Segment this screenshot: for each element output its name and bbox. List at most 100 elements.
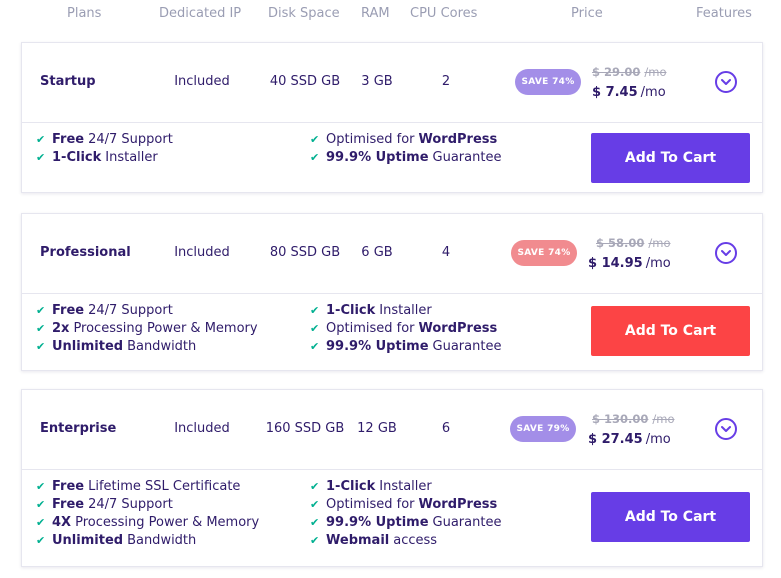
feature-item: ✔ 1-Click Installer [310,479,432,494]
feature-prefix: Optimised for [326,132,415,147]
dedicated-ip-value: Included [174,421,230,436]
feature-text: access [393,533,438,548]
feature-item: ✔ Free 24/7 Support [36,132,173,147]
expand-features-button[interactable] [715,71,737,93]
cpu-cores-value: 4 [441,245,451,260]
cpu-cores-value: 2 [441,74,451,89]
check-icon: ✔ [310,151,320,164]
header-cpu-cores: CPU Cores [410,6,478,21]
feature-highlight: Free [52,303,85,318]
original-price-unit: /mo [648,236,671,250]
header-price: Price [571,6,603,21]
expand-features-button[interactable] [715,242,737,264]
feature-item: ✔ 4X Processing Power & Memory [36,515,259,530]
original-price: $ 130.00/mo [592,412,675,426]
original-price-amount: $ 29.00 [592,65,641,79]
feature-highlight: 2x [52,321,70,336]
feature-item: ✔ Unlimited Bandwidth [36,339,196,354]
current-price: $ 7.45/mo [592,85,666,100]
feature-highlight: 4X [52,515,72,530]
feature-text: Guarantee [432,515,502,530]
current-price: $ 14.95/mo [588,256,671,271]
feature-item: ✔ Free 24/7 Support [36,303,173,318]
check-icon: ✔ [310,498,320,511]
plan-summary-row: Professional Included 80 SSD GB 6 GB 4 SAVE 7… [22,214,762,294]
current-price-amount: $ 14.95 [588,256,643,271]
discount-badge: SAVE 74% [515,69,581,95]
plan-features-row: ✔ Free 24/7 Support ✔ 1-Click Installer ✔ Optim… [22,123,762,193]
plan-features-row: ✔ Free Lifetime SSL Certificate ✔ Free 24/7 S… [22,470,762,567]
disk-space-value: 40 SSD GB [269,74,341,89]
feature-highlight: WordPress [418,497,498,512]
plan-name: Enterprise [40,421,117,436]
feature-text: 24/7 Support [88,132,173,147]
original-price-unit: /mo [644,65,667,79]
check-icon: ✔ [310,516,320,529]
feature-highlight: Unlimited [52,339,124,354]
chevron-down-icon [721,79,731,85]
feature-text: Guarantee [432,339,502,354]
feature-item: ✔ 99.9% Uptime Guarantee [310,150,501,165]
add-to-cart-button[interactable]: Add To Cart [591,492,750,542]
plan-name: Startup [40,74,96,89]
check-icon: ✔ [310,534,320,547]
header-dedicated-ip: Dedicated IP [159,6,242,21]
original-price: $ 58.00/mo [596,236,671,250]
check-icon: ✔ [36,340,46,353]
feature-item: ✔ Unlimited Bandwidth [36,533,196,548]
discount-badge: SAVE 74% [511,240,577,266]
current-price-unit: /mo [645,256,671,271]
plan-card-startup: Startup Included 40 SSD GB 3 GB 2 SAVE 74% $ 2… [21,42,763,193]
feature-text: Installer [379,479,432,494]
current-price-unit: /mo [640,85,666,100]
cpu-cores-value: 6 [441,421,451,436]
feature-highlight: 1-Click [52,150,102,165]
discount-badge: SAVE 79% [510,416,576,442]
check-icon: ✔ [310,340,320,353]
ram-value: 6 GB [361,245,393,260]
expand-features-button[interactable] [715,418,737,440]
header-ram: RAM [361,6,390,21]
feature-text: 24/7 Support [88,303,173,318]
check-icon: ✔ [310,480,320,493]
feature-highlight: Free [52,479,85,494]
check-icon: ✔ [36,534,46,547]
plan-card-professional: Professional Included 80 SSD GB 6 GB 4 SAVE 7… [21,213,763,371]
feature-text: Bandwidth [127,533,197,548]
plan-summary-row: Enterprise Included 160 SSD GB 12 GB 6 SAVE 7… [22,390,762,470]
dedicated-ip-value: Included [174,74,230,89]
original-price: $ 29.00/mo [592,65,667,79]
feature-highlight: WordPress [418,321,498,336]
ram-value: 3 GB [361,74,393,89]
feature-text: Installer [105,150,158,165]
feature-highlight: Free [52,497,85,512]
check-icon: ✔ [310,304,320,317]
table-header: Plans Dedicated IP Disk Space RAM CPU Co… [0,0,781,28]
check-icon: ✔ [310,322,320,335]
original-price-amount: $ 58.00 [596,236,645,250]
current-price-unit: /mo [645,432,671,447]
check-icon: ✔ [36,133,46,146]
feature-text: Processing Power & Memory [75,515,260,530]
feature-highlight: WordPress [418,132,498,147]
header-disk-space: Disk Space [268,6,340,21]
ram-value: 12 GB [357,421,397,436]
feature-highlight: Unlimited [52,533,124,548]
feature-item: ✔ Optimised for WordPress [310,497,497,512]
current-price-amount: $ 7.45 [592,85,638,100]
add-to-cart-button[interactable]: Add To Cart [591,306,750,356]
header-features: Features [696,6,752,21]
feature-highlight: 99.9% Uptime [326,150,429,165]
check-icon: ✔ [36,304,46,317]
feature-text: Guarantee [432,150,502,165]
plan-card-enterprise: Enterprise Included 160 SSD GB 12 GB 6 SAVE 7… [21,389,763,567]
feature-item: ✔ Free 24/7 Support [36,497,173,512]
header-plans: Plans [67,6,102,21]
feature-text: Processing Power & Memory [73,321,258,336]
feature-item: ✔ Webmail access [310,533,437,548]
feature-item: ✔ 1-Click Installer [310,303,432,318]
add-to-cart-button[interactable]: Add To Cart [591,133,750,183]
check-icon: ✔ [36,516,46,529]
plan-name: Professional [40,245,131,260]
feature-text: 24/7 Support [88,497,173,512]
